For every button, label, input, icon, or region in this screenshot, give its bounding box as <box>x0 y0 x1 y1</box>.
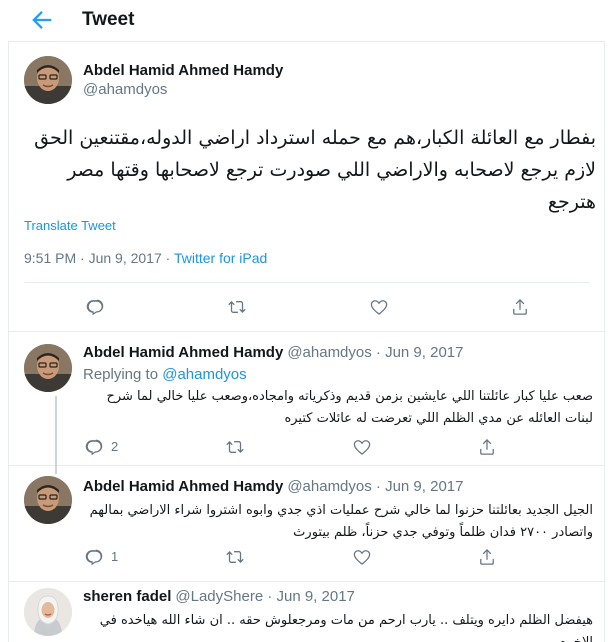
author-handle[interactable]: @ahamdyos <box>287 478 371 495</box>
author-name[interactable]: Abdel Hamid Ahmed Hamdy <box>83 478 283 495</box>
share-button[interactable] <box>476 436 498 458</box>
thread-line <box>55 466 57 474</box>
share-icon <box>476 546 498 568</box>
retweet-icon <box>226 296 248 318</box>
share-button[interactable] <box>509 296 531 318</box>
reply-button[interactable] <box>83 546 105 568</box>
share-button[interactable] <box>476 546 498 568</box>
like-icon <box>351 546 373 568</box>
tweet-timestamp: 9:51 PM · Jun 9, 2017 · Twitter for iPad <box>24 250 267 266</box>
avatar[interactable] <box>24 588 72 636</box>
author-handle[interactable]: @ahamdyos <box>287 344 371 361</box>
author-name[interactable]: sheren fadel <box>83 588 171 605</box>
translate-tweet-link[interactable]: Translate Tweet <box>24 218 116 233</box>
reply-button[interactable] <box>83 436 105 458</box>
reply-header: Abdel Hamid Ahmed Hamdy @ahamdyos · Jun 9… <box>83 478 463 495</box>
replying-to: Replying to @ahamdyos <box>83 366 247 383</box>
like-icon <box>368 296 390 318</box>
reply-icon <box>83 436 105 458</box>
retweet-icon <box>224 436 246 458</box>
thread-line <box>55 396 57 466</box>
reply-icon <box>83 546 105 568</box>
reply-date[interactable]: · Jun 9, 2017 <box>372 344 464 361</box>
reply-text: الجيل الجديد بعائلتنا حزنوا لما خالي شرح… <box>89 503 593 540</box>
reply-text: صعب عليا كبار عائلتنا اللي عايشين بزمن ق… <box>106 389 593 426</box>
retweet-icon <box>224 546 246 568</box>
back-button[interactable] <box>28 6 56 34</box>
reply-tweet[interactable]: Abdel Hamid Ahmed Hamdy @ahamdyos · Jun 9… <box>8 466 605 582</box>
replying-to-mention[interactable]: @ahamdyos <box>162 366 246 383</box>
avatar[interactable] <box>24 476 72 524</box>
retweet-button[interactable] <box>226 296 248 318</box>
reply-count: 2 <box>111 439 119 454</box>
share-icon <box>509 296 531 318</box>
author-name[interactable]: Abdel Hamid Ahmed Hamdy <box>83 62 283 79</box>
tweet-text: بفطار مع العائلة الكبار،هم مع حمله استرد… <box>34 127 596 213</box>
reply-tweet[interactable]: sheren fadel @LadyShere · Jun 9, 2017 هيف… <box>8 582 605 642</box>
author-handle[interactable]: @LadyShere <box>175 588 263 605</box>
like-button[interactable] <box>351 546 373 568</box>
divider <box>24 282 590 283</box>
avatar[interactable] <box>24 344 72 392</box>
back-arrow-icon <box>28 11 56 38</box>
replying-to-label: Replying to <box>83 366 163 383</box>
timestamp-text[interactable]: 9:51 PM · Jun 9, 2017 · <box>24 250 174 266</box>
reply-date[interactable]: · Jun 9, 2017 <box>263 588 355 605</box>
like-icon <box>351 436 373 458</box>
reply-header: Abdel Hamid Ahmed Hamdy @ahamdyos · Jun 9… <box>83 344 463 361</box>
main-tweet: Abdel Hamid Ahmed Hamdy @ahamdyos بفطار … <box>8 42 605 332</box>
source-link[interactable]: Twitter for iPad <box>174 250 267 266</box>
retweet-button[interactable] <box>224 436 246 458</box>
top-bar: Tweet <box>8 0 605 42</box>
reply-tweet[interactable]: Abdel Hamid Ahmed Hamdy @ahamdyos · Jun 9… <box>8 332 605 466</box>
author-handle[interactable]: @ahamdyos <box>83 81 167 98</box>
reply-count: 1 <box>111 549 119 564</box>
reply-icon <box>84 296 106 318</box>
reply-button[interactable] <box>84 296 106 318</box>
avatar[interactable] <box>24 56 72 104</box>
page-title: Tweet <box>82 9 135 30</box>
share-icon <box>476 436 498 458</box>
like-button[interactable] <box>368 296 390 318</box>
like-button[interactable] <box>351 436 373 458</box>
reply-date[interactable]: · Jun 9, 2017 <box>372 478 464 495</box>
retweet-button[interactable] <box>224 546 246 568</box>
reply-header: sheren fadel @LadyShere · Jun 9, 2017 <box>83 588 355 605</box>
reply-text: هيفضل الظلم دايره ويتلف .. يارب ارحم من … <box>99 613 593 642</box>
author-name[interactable]: Abdel Hamid Ahmed Hamdy <box>83 344 283 361</box>
